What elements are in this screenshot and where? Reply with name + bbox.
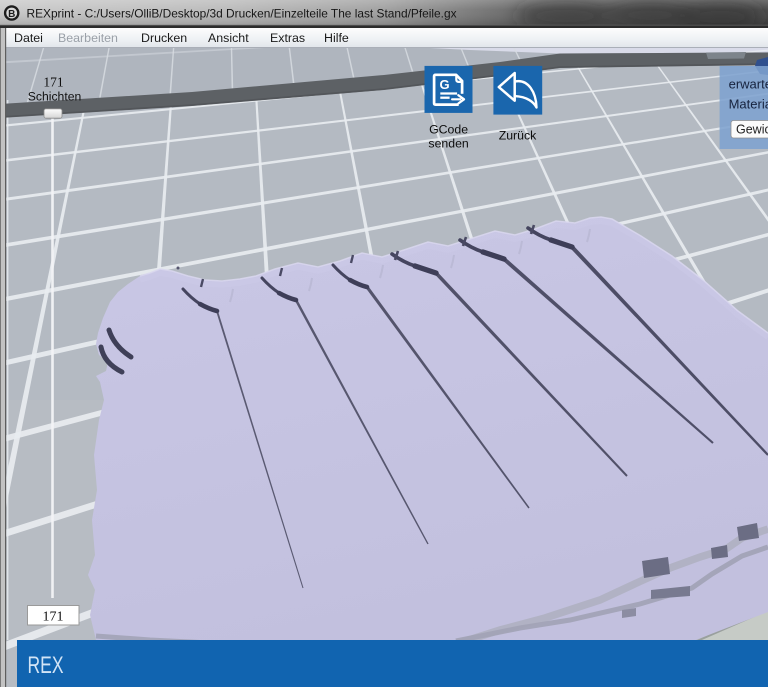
svg-text:Gewicht: Gewicht	[736, 123, 768, 137]
svg-text:senden: senden	[428, 137, 469, 151]
svg-text:171: 171	[43, 75, 63, 90]
svg-text:REX: REX	[28, 652, 64, 679]
svg-text:Schichten: Schichten	[28, 90, 82, 104]
svg-text:Drucken: Drucken	[141, 31, 187, 45]
svg-text:erwartete: erwartete	[729, 77, 768, 92]
svg-text:REXprint - C:/Users/OlliB/Desk: REXprint - C:/Users/OlliB/Desktop/3d Dru…	[27, 6, 457, 20]
svg-text:Ansicht: Ansicht	[208, 31, 249, 45]
svg-text:G: G	[440, 77, 450, 92]
svg-text:B: B	[8, 9, 15, 20]
svg-text:Extras: Extras	[270, 31, 305, 45]
svg-text:Hilfe: Hilfe	[324, 31, 349, 45]
svg-text:GCode: GCode	[429, 123, 468, 137]
svg-text:171: 171	[43, 610, 64, 625]
svg-text:Datei: Datei	[14, 31, 43, 45]
svg-text:Material: Material	[729, 97, 768, 112]
svg-text:Zurück: Zurück	[499, 129, 537, 143]
svg-text:Bearbeiten: Bearbeiten	[58, 31, 118, 45]
